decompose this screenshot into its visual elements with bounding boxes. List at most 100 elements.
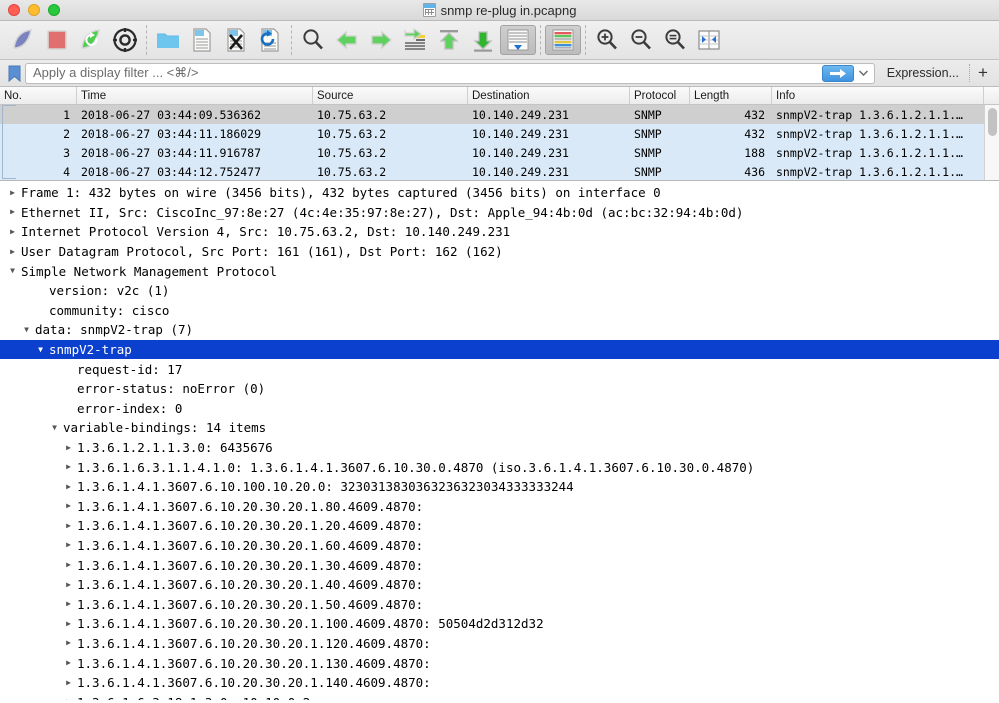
detail-tree-item[interactable]: ▶ Frame 1: 432 bytes on wire (3456 bits),… xyxy=(0,183,999,203)
minimize-window-button[interactable] xyxy=(28,4,40,16)
go-to-first-button[interactable] xyxy=(432,23,466,57)
detail-tree-label: 1.3.6.1.4.1.3607.6.10.100.10.20.0: 32303… xyxy=(77,479,574,495)
detail-tree-item[interactable]: ▶ 1.3.6.1.4.1.3607.6.10.20.30.20.1.40.460… xyxy=(0,575,999,595)
triangle-right-icon[interactable]: ▶ xyxy=(62,698,75,700)
find-packet-button[interactable] xyxy=(296,23,330,57)
detail-tree-item[interactable]: ▶ 1.3.6.1.4.1.3607.6.10.20.30.20.1.60.460… xyxy=(0,536,999,556)
triangle-right-icon[interactable]: ▶ xyxy=(62,541,75,549)
column-header-destination[interactable]: Destination xyxy=(468,87,630,104)
detail-tree-item[interactable]: ▶ 1.3.6.1.4.1.3607.6.10.20.30.20.1.80.460… xyxy=(0,497,999,517)
detail-tree-item[interactable]: request-id: 17 xyxy=(0,359,999,379)
detail-tree-item[interactable]: error-index: 0 xyxy=(0,399,999,419)
triangle-right-icon[interactable]: ▶ xyxy=(6,227,19,236)
triangle-right-icon[interactable]: ▶ xyxy=(62,580,75,589)
detail-tree-item[interactable]: community: cisco xyxy=(0,301,999,321)
cell-info: snmpV2-trap 1.3.6.1.2.1.1.… xyxy=(776,145,963,160)
filter-expression-button[interactable]: Expression... xyxy=(875,66,969,80)
table-row[interactable]: 3 2018-06-27 03:44:11.916787 10.75.63.2 10.… xyxy=(0,143,999,162)
detail-tree-item[interactable]: ▼ data: snmpV2-trap (7) xyxy=(0,320,999,340)
triangle-down-icon[interactable]: ▼ xyxy=(6,267,19,275)
triangle-down-icon[interactable]: ▼ xyxy=(20,325,33,334)
triangle-down-icon[interactable]: ▼ xyxy=(48,423,61,432)
resize-columns-button[interactable] xyxy=(692,23,726,57)
packet-details-pane: ▶ Frame 1: 432 bytes on wire (3456 bits),… xyxy=(0,181,999,700)
detail-tree-item[interactable]: version: v2c (1) xyxy=(0,281,999,301)
detail-tree-item[interactable]: ▶ 1.3.6.1.4.1.3607.6.10.20.30.20.1.50.460… xyxy=(0,594,999,614)
detail-tree-item[interactable]: ▶ 1.3.6.1.4.1.3607.6.10.100.10.20.0: 3230… xyxy=(0,477,999,497)
detail-tree-label: variable-bindings: 14 items xyxy=(63,420,267,436)
cell-source: 10.75.63.2 xyxy=(317,145,387,160)
triangle-right-icon[interactable]: ▶ xyxy=(6,247,19,256)
apply-filter-button[interactable] xyxy=(821,64,854,82)
reload-file-button[interactable] xyxy=(253,23,287,57)
detail-tree-item[interactable]: ▶ 1.3.6.1.4.1.3607.6.10.20.30.20.1.140.46… xyxy=(0,673,999,693)
detail-tree-item[interactable]: ▶ 1.3.6.1.4.1.3607.6.10.20.30.20.1.130.46… xyxy=(0,653,999,673)
detail-tree-item[interactable]: ▶ 1.3.6.1.2.1.1.3.0: 6435676 xyxy=(0,438,999,458)
close-file-button[interactable] xyxy=(219,23,253,57)
table-row[interactable]: 1 2018-06-27 03:44:09.536362 10.75.63.2 10.… xyxy=(0,105,999,124)
column-header-info[interactable]: Info xyxy=(772,87,984,104)
cell-time: 2018-06-27 03:44:09.536362 xyxy=(81,107,262,122)
restart-capture-button[interactable] xyxy=(74,23,108,57)
packet-list-scrollbar[interactable] xyxy=(984,105,999,180)
zoom-reset-button[interactable] xyxy=(658,23,692,57)
column-header-protocol[interactable]: Protocol xyxy=(630,87,690,104)
add-filter-button[interactable]: + xyxy=(970,63,996,83)
triangle-right-icon[interactable]: ▶ xyxy=(6,208,19,216)
detail-tree-item[interactable]: ▶ User Datagram Protocol, Src Port: 161 (… xyxy=(0,242,999,262)
detail-tree-item[interactable]: error-status: noError (0) xyxy=(0,379,999,399)
packet-list-scroll-thumb[interactable] xyxy=(988,108,997,136)
detail-tree-item[interactable]: ▶ 1.3.6.1.4.1.3607.6.10.20.30.20.1.100.46… xyxy=(0,614,999,634)
detail-tree-item[interactable]: ▼ Simple Network Management Protocol xyxy=(0,261,999,281)
maximize-window-button[interactable] xyxy=(48,4,60,16)
colorize-button[interactable] xyxy=(545,25,581,55)
filter-history-dropdown[interactable] xyxy=(856,64,872,82)
triangle-right-icon[interactable]: ▶ xyxy=(6,188,19,197)
table-row[interactable]: 4 2018-06-27 03:44:12.752477 10.75.63.2 10.… xyxy=(0,162,999,180)
column-header-no[interactable]: No. xyxy=(0,87,77,104)
detail-tree-label: community: cisco xyxy=(49,302,170,318)
column-header-source[interactable]: Source xyxy=(313,87,468,104)
column-header-length[interactable]: Length xyxy=(690,87,772,104)
triangle-right-icon[interactable]: ▶ xyxy=(62,600,75,608)
filter-bookmark-button[interactable] xyxy=(3,62,25,84)
detail-tree-item[interactable]: ▶ Internet Protocol Version 4, Src: 10.75… xyxy=(0,222,999,242)
detail-tree-item[interactable]: ▶ 1.3.6.1.6.3.1.1.4.1.0: 1.3.6.1.4.1.3607… xyxy=(0,457,999,477)
detail-tree-item[interactable]: ▶ 1.3.6.1.4.1.3607.6.10.20.30.20.1.120.46… xyxy=(0,634,999,654)
go-back-button[interactable] xyxy=(330,23,364,57)
zoom-out-button[interactable] xyxy=(624,23,658,57)
column-header-time[interactable]: Time xyxy=(77,87,313,104)
detail-tree-item[interactable]: ▼ snmpV2-trap xyxy=(0,339,999,360)
go-to-last-button[interactable] xyxy=(466,23,500,57)
detail-tree-label: 1.3.6.1.4.1.3607.6.10.20.30.20.1.130.460… xyxy=(77,655,431,671)
triangle-right-icon[interactable]: ▶ xyxy=(62,678,75,687)
triangle-right-icon[interactable]: ▶ xyxy=(62,659,75,667)
go-to-packet-button[interactable] xyxy=(398,23,432,57)
zoom-in-button[interactable] xyxy=(590,23,624,57)
triangle-right-icon[interactable]: ▶ xyxy=(62,443,75,452)
start-capture-button[interactable] xyxy=(6,23,40,57)
cell-no: 4 xyxy=(63,164,70,179)
detail-tree-item[interactable]: ▶ Ethernet II, Src: CiscoInc_97:8e:27 (4c… xyxy=(0,203,999,223)
table-row[interactable]: 2 2018-06-27 03:44:11.186029 10.75.63.2 10.… xyxy=(0,124,999,143)
display-filter-input[interactable]: Apply a display filter ... <⌘/> xyxy=(25,62,875,84)
triangle-right-icon[interactable]: ▶ xyxy=(62,463,75,471)
triangle-right-icon[interactable]: ▶ xyxy=(62,561,75,569)
detail-tree-item[interactable]: ▼ variable-bindings: 14 items xyxy=(0,418,999,438)
stop-capture-button[interactable] xyxy=(40,23,74,57)
triangle-right-icon[interactable]: ▶ xyxy=(62,521,75,530)
detail-tree-item[interactable]: ▶ 1.3.6.1.4.1.3607.6.10.20.30.20.1.20.460… xyxy=(0,516,999,536)
close-window-button[interactable] xyxy=(8,4,20,16)
save-file-button[interactable] xyxy=(185,23,219,57)
triangle-right-icon[interactable]: ▶ xyxy=(62,619,75,628)
triangle-right-icon[interactable]: ▶ xyxy=(62,482,75,491)
detail-tree-item[interactable]: ▶ 1.3.6.1.4.1.3607.6.10.20.30.20.1.30.460… xyxy=(0,555,999,575)
open-file-button[interactable] xyxy=(151,23,185,57)
capture-options-button[interactable] xyxy=(108,23,142,57)
detail-tree-item[interactable]: ▶1.3.6.1.6.3.18.1.3.0: 10.10.0.2 xyxy=(0,692,999,700)
go-forward-button[interactable] xyxy=(364,23,398,57)
triangle-right-icon[interactable]: ▶ xyxy=(62,502,75,510)
auto-scroll-button[interactable] xyxy=(500,25,536,55)
triangle-down-icon[interactable]: ▼ xyxy=(34,345,47,354)
triangle-right-icon[interactable]: ▶ xyxy=(62,639,75,647)
